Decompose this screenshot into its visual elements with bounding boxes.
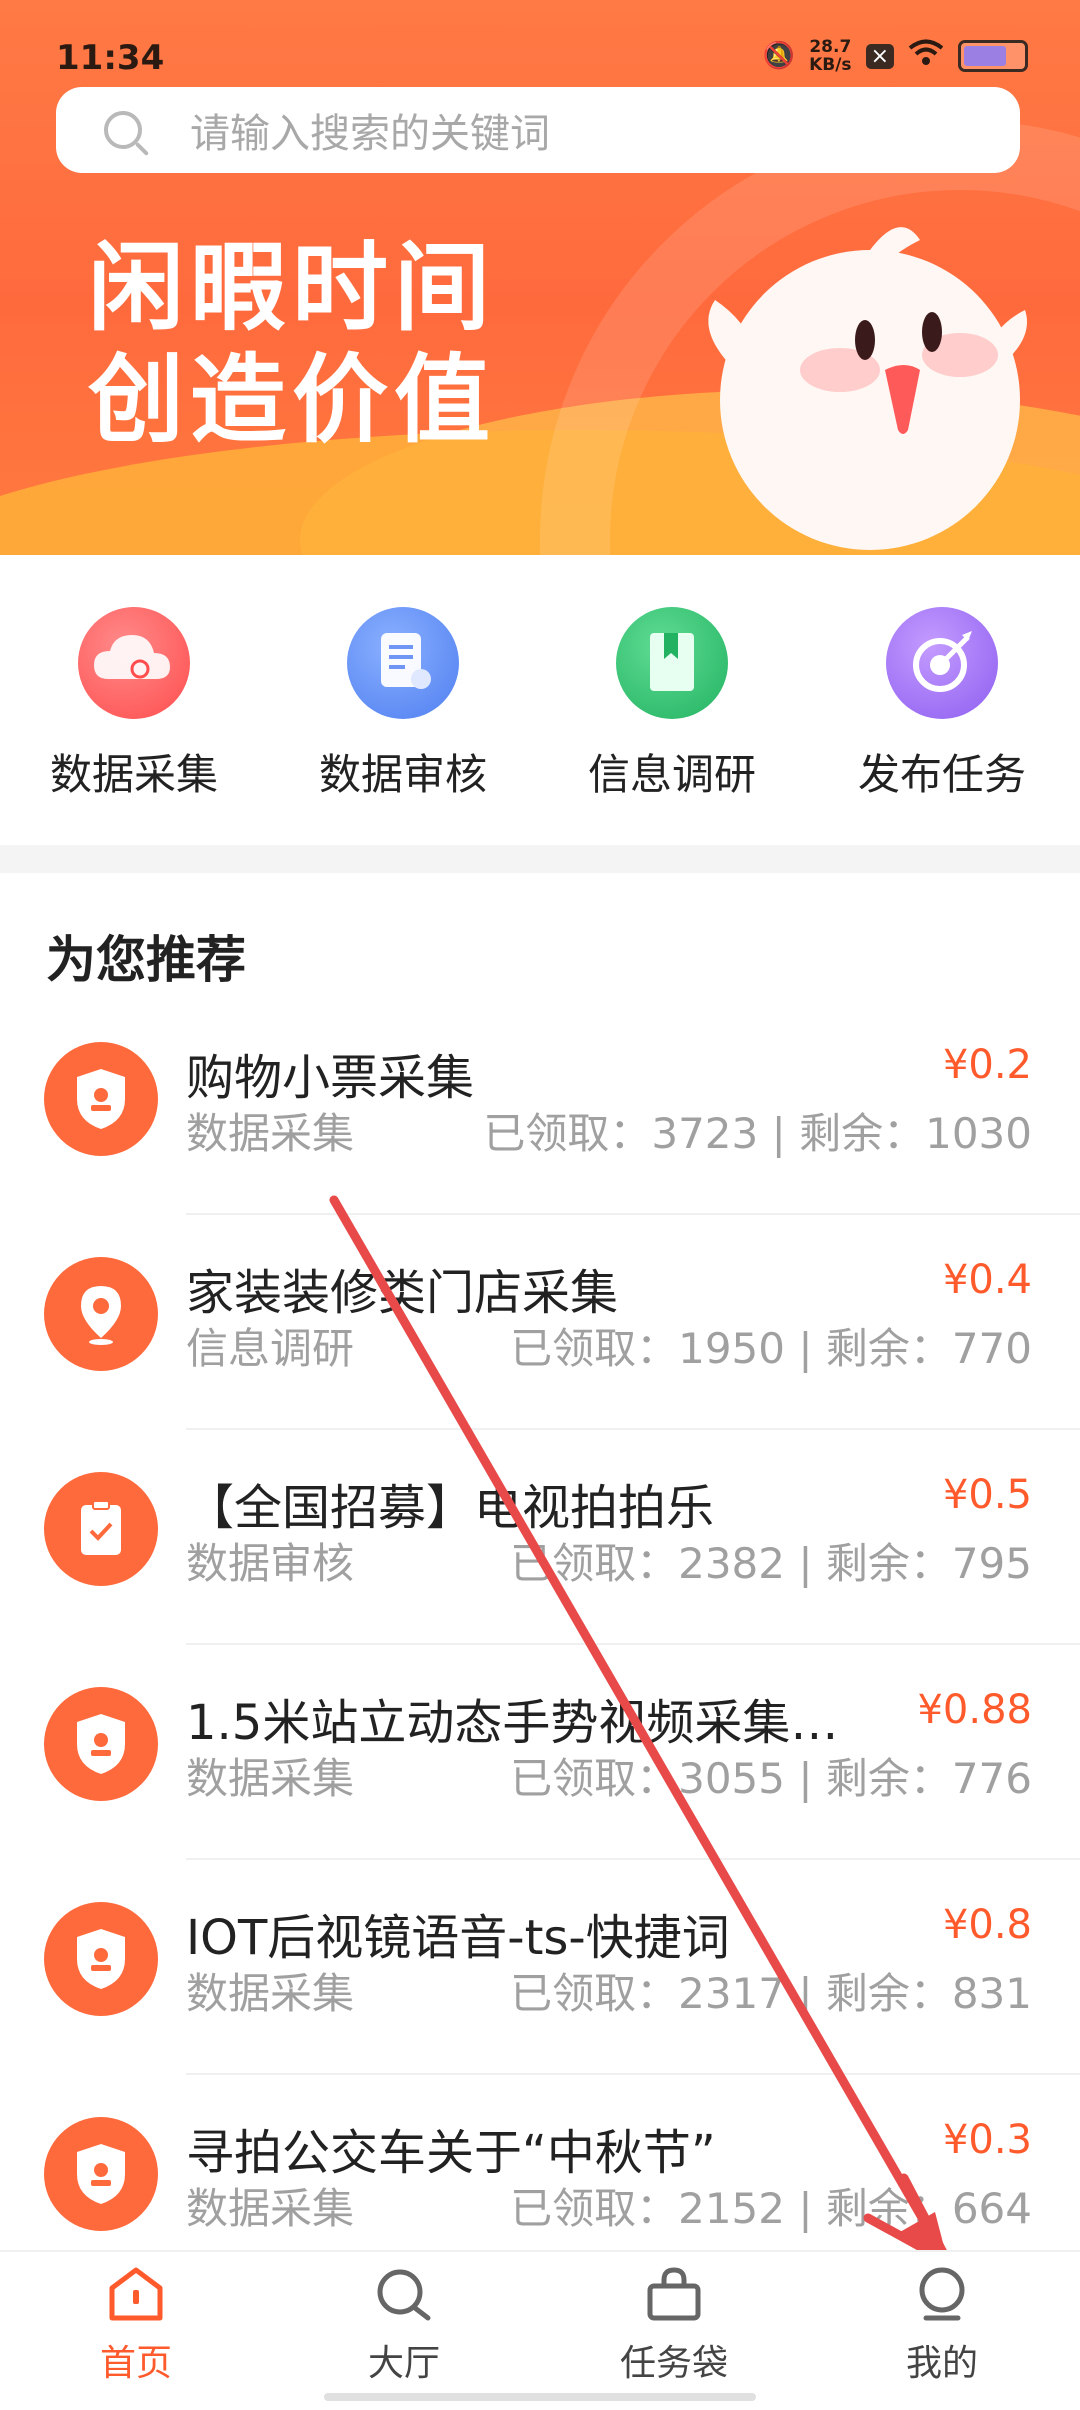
shield-user-icon [44,1042,158,1156]
shield-user-icon [44,1687,158,1801]
shield-user-icon [44,1902,158,2016]
profile-icon [919,2267,965,2321]
task-category: 数据审核 [186,1539,355,1588]
task-price: ¥0.3 [942,2117,1032,2163]
status-icons: 🔕 28.7 KB/s × [763,38,1028,74]
task-price: ¥0.4 [942,1257,1032,1303]
status-bar: 11:34 🔕 28.7 KB/s × [0,0,1080,80]
task-title: 家装装修类门店采集 [186,1265,619,1321]
mute-bell-icon: 🔕 [762,41,796,71]
bottom-navigation: 首页 大厅 任务袋 我的 [0,2250,1080,2410]
book-icon [616,607,728,719]
task-category: 数据采集 [186,1754,355,1803]
mascot-illustration [708,227,1027,550]
wifi-icon [908,39,944,74]
task-stats: 已领取：2382 | 剩余：795 [510,1539,1032,1588]
cloud-search-icon [78,607,190,719]
task-stats: 已领取：3723 | 剩余：1030 [483,1109,1032,1158]
quick-entry-publish-task[interactable]: 发布任务 [832,607,1052,802]
battery-icon [958,40,1028,72]
slogan-line: 闲暇时间 [88,232,496,344]
network-speed-value: 28.7 [809,37,852,57]
task-stats: 已领取：2317 | 剩余：831 [510,1969,1032,2018]
task-price: ¥0.5 [942,1472,1032,1518]
quick-entry-label: 信息调研 [587,750,756,799]
gesture-home-bar[interactable] [324,2393,756,2401]
search-bar[interactable]: 请输入搜索的关键词 [56,87,1020,173]
banner-slogan: 闲暇时间 创造价值 [88,232,496,456]
search-icon [377,2269,431,2321]
network-speed: 28.7 KB/s [809,38,851,74]
task-title: 购物小票采集 [186,1050,475,1106]
task-stats: 已领取：3055 | 剩余：776 [510,1754,1032,1803]
task-stats: 已领取：2152 | 剩余：664 [510,2184,1032,2233]
quick-entry-label: 数据采集 [49,750,218,799]
task-list: 购物小票采集 ¥0.2 数据采集 已领取：3723 | 剩余：1030 家装装修… [0,1000,1080,2290]
nav-home[interactable]: 首页 [36,2266,236,2386]
location-pin-icon [44,1257,158,1371]
shield-user-icon [44,2117,158,2231]
task-price: ¥0.8 [942,1902,1032,1948]
bag-icon [647,2267,701,2321]
quick-entry-info-survey[interactable]: 信息调研 [562,607,782,802]
home-icon [109,2267,163,2321]
task-price: ¥0.88 [917,1687,1032,1733]
task-row[interactable]: 家装装修类门店采集 ¥0.4 信息调研 已领取：1950 | 剩余：770 [0,1215,1080,1430]
nav-profile[interactable]: 我的 [842,2266,1042,2386]
task-row[interactable]: 1.5米站立动态手势视频采集3… ¥0.88 数据采集 已领取：3055 | 剩… [0,1645,1080,1860]
hero-banner[interactable]: 11:34 🔕 28.7 KB/s × 请输入搜索的关键词 闲暇时间 创造价值 [0,0,1080,555]
status-time: 11:34 [56,38,165,78]
clipboard-check-icon [44,1472,158,1586]
target-icon [886,607,998,719]
quick-entry-data-review[interactable]: 数据审核 [293,607,513,802]
task-title: 【全国招募】电视拍拍乐 [186,1480,715,1536]
search-icon [104,111,142,149]
nav-task-bag[interactable]: 任务袋 [574,2266,774,2386]
section-divider [0,845,1080,873]
notification-app-icon: × [865,43,894,69]
quick-entry-label: 数据审核 [318,750,487,799]
quick-entries: 数据采集 数据审核 信息调研 发布任务 [0,607,1080,847]
task-row[interactable]: 购物小票采集 ¥0.2 数据采集 已领取：3723 | 剩余：1030 [0,1000,1080,1215]
task-title: IOT后视镜语音-ts-快捷词 [186,1910,730,1966]
task-title: 1.5米站立动态手势视频采集3… [186,1695,866,1751]
task-title: 寻拍公交车关于“中秋节” [186,2125,716,2181]
nav-hall[interactable]: 大厅 [304,2266,504,2386]
document-review-icon [347,607,459,719]
search-placeholder: 请输入搜索的关键词 [190,111,550,157]
slogan-line: 创造价值 [88,344,496,456]
task-price: ¥0.2 [942,1042,1032,1088]
task-stats: 已领取：1950 | 剩余：770 [510,1324,1032,1373]
nav-label: 我的 [905,2343,978,2384]
task-category: 数据采集 [186,1969,355,2018]
nav-label: 任务袋 [619,2343,728,2384]
quick-entry-label: 发布任务 [857,750,1026,799]
network-speed-unit: KB/s [809,55,852,75]
nav-label: 首页 [99,2343,172,2384]
task-category: 数据采集 [186,1109,355,1158]
task-row[interactable]: 【全国招募】电视拍拍乐 ¥0.5 数据审核 已领取：2382 | 剩余：795 [0,1430,1080,1645]
nav-label: 大厅 [367,2343,440,2384]
task-category: 信息调研 [186,1324,355,1373]
quick-entry-data-collection[interactable]: 数据采集 [24,607,244,802]
task-category: 数据采集 [186,2184,355,2233]
task-row[interactable]: IOT后视镜语音-ts-快捷词 ¥0.8 数据采集 已领取：2317 | 剩余：… [0,1860,1080,2075]
section-title: 为您推荐 [46,931,246,989]
